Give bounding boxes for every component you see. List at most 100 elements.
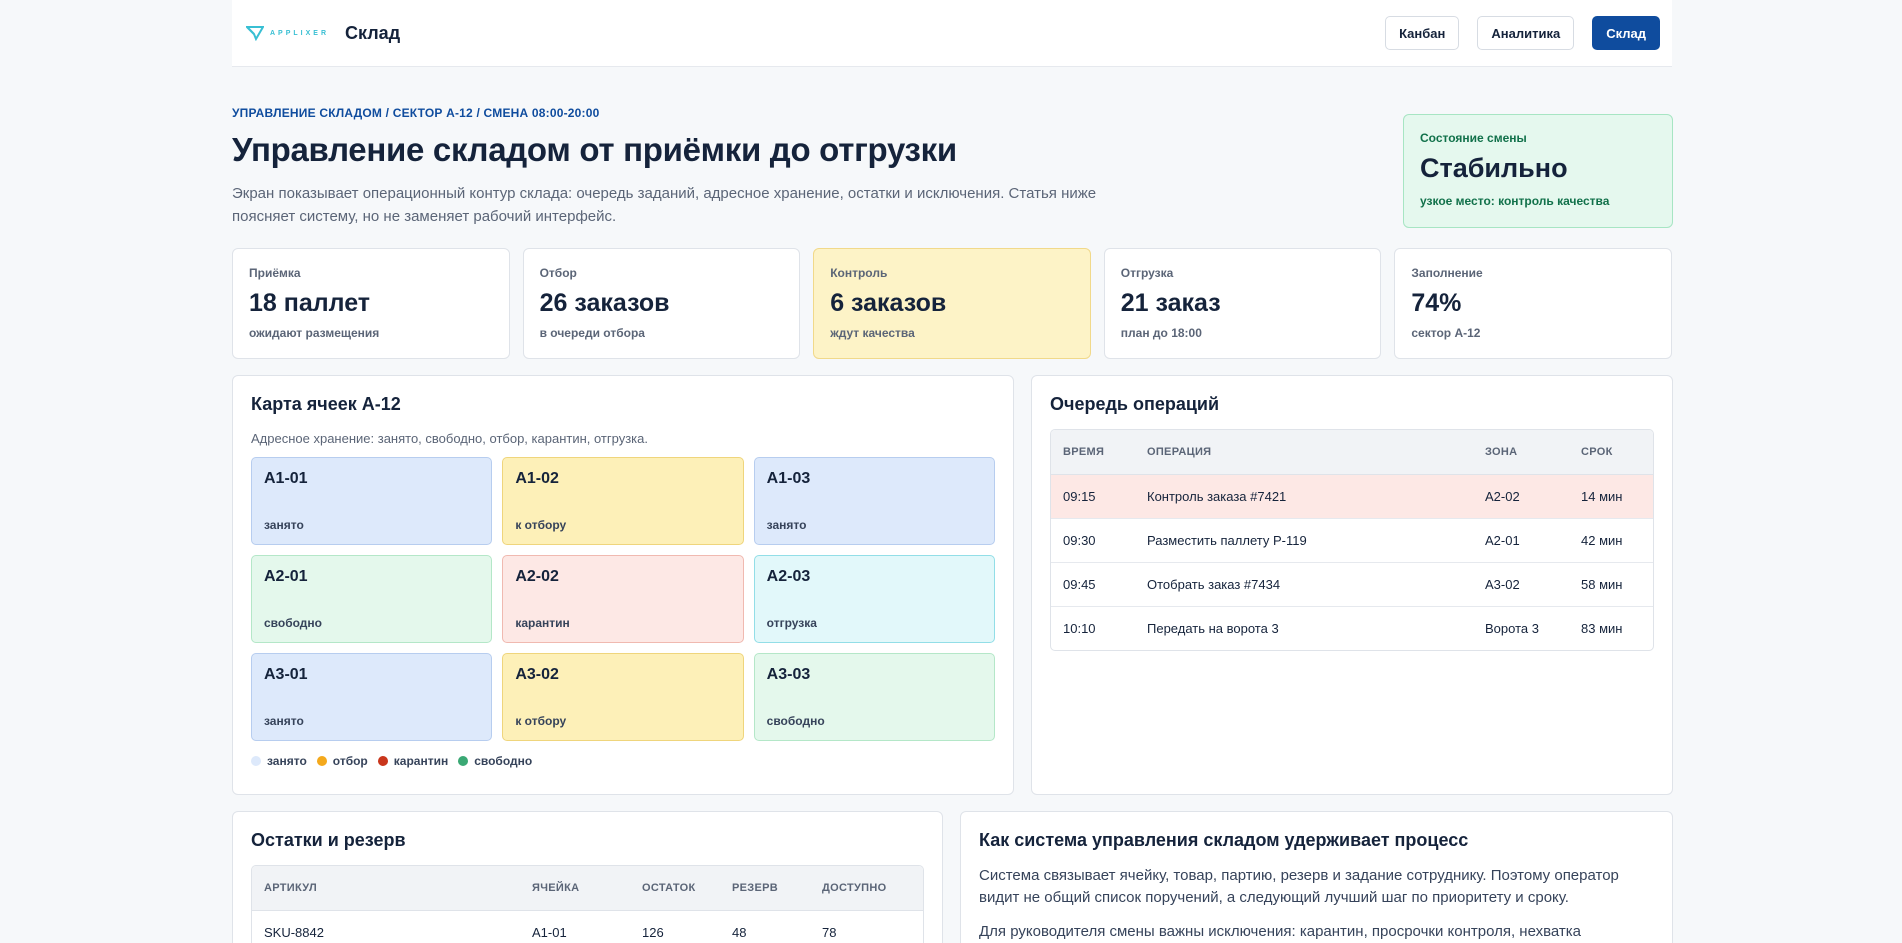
queue-table: ВРЕМЯ ОПЕРАЦИЯ ЗОНА СРОК 09:15 Контроль … [1050,429,1654,651]
stock-sku: SKU-8842 [264,924,324,940]
kpi-card-control[interactable]: Контроль 6 заказов ждут качества [813,248,1091,359]
storage-cell[interactable]: А3-02 к отбору [502,653,744,741]
col-header-stock[interactable]: ОСТАТОК [630,866,720,911]
queue-time: 09:30 [1051,518,1135,563]
logo-mark-icon [246,26,264,41]
article-paragraph: Для руководителя смены важны исключения:… [979,923,1581,940]
col-header-time[interactable]: ВРЕМЯ [1051,430,1135,475]
main-nav: Канбан Аналитика Склад [1385,16,1660,50]
queue-time: 09:15 [1051,474,1135,519]
storage-cell[interactable]: А3-01 занято [251,653,493,741]
legend-label: отбор [332,754,368,768]
queue-title: Очередь операций [1050,394,1220,414]
col-header-due[interactable]: СРОК [1569,430,1653,475]
nav-kanban-button[interactable]: Канбан [1385,16,1460,50]
kpi-card-picking[interactable]: Отбор 26 заказов в очереди отбора [522,248,801,359]
legend-item-occupied: занято [251,754,307,768]
cell-map-subtitle: Адресное хранение: занято, свободно, отб… [251,431,648,446]
col-header-sku[interactable]: АРТИКУЛ [252,866,520,911]
page-lead: Экран показывает операционный контур скл… [232,185,1097,225]
cell-state: к отбору [515,518,567,532]
stock-table: АРТИКУЛ ЯЧЕЙКА ОСТАТОК РЕЗЕРВ ДОСТУПНО S… [251,865,924,943]
storage-cell[interactable]: А2-02 карантин [502,555,744,643]
queue-zone: А3-02 [1473,562,1569,607]
kpi-note: сектор А-12 [1411,326,1481,340]
cell-map-panel: Карта ячеек А-12 Адресное хранение: заня… [232,375,1014,795]
kpi-value: 18 паллет [249,289,371,317]
cell-code: А3-03 [766,666,811,683]
kpi-note: ждут качества [830,326,915,340]
nav-warehouse-button[interactable]: Склад [1592,16,1660,50]
queue-zone: А2-02 [1473,474,1569,519]
storage-cell[interactable]: А2-03 отгрузка [753,555,995,643]
col-header-operation[interactable]: ОПЕРАЦИЯ [1135,430,1473,475]
kpi-note: план до 18:00 [1120,326,1202,340]
kpi-value: 26 заказов [539,289,670,317]
queue-operation: Контроль заказа #7421 [1135,474,1473,519]
col-header-zone[interactable]: ЗОНА [1473,430,1569,475]
stock-panel: Остатки и резерв АРТИКУЛ ЯЧЕЙКА ОСТАТОК … [232,811,943,943]
cell-code: А2-02 [515,568,559,585]
stock-cell: А1-01 [532,924,567,940]
legend-label: карантин [393,754,449,768]
kpi-label: Отбор [539,266,577,280]
col-header-available[interactable]: ДОСТУПНО [810,866,923,911]
kpi-label: Отгрузка [1120,266,1174,280]
page-title: Управление складом от приёмки до отгрузк… [232,131,957,168]
kpi-card-shipping[interactable]: Отгрузка 21 заказ план до 18:00 [1103,248,1382,359]
col-header-cell[interactable]: ЯЧЕЙКА [520,866,630,911]
cell-code: А1-01 [264,470,308,487]
kpi-value: 21 заказ [1120,289,1221,317]
cell-state: карантин [515,616,570,630]
article-paragraph: Система связывает ячейку, товар, партию,… [979,867,1619,906]
queue-row[interactable]: 10:10 Передать на ворота 3 Ворота 3 83 м… [1051,606,1653,650]
storage-cell[interactable]: А3-03 свободно [753,653,995,741]
cell-code: А2-03 [766,568,811,585]
queue-time: 09:45 [1051,562,1135,607]
queue-row[interactable]: 09:45 Отобрать заказ #7434 А3-02 58 мин [1051,562,1653,607]
queue-header-row: ВРЕМЯ ОПЕРАЦИЯ ЗОНА СРОК [1051,430,1653,475]
cell-code: А1-02 [515,470,559,487]
legend-item-free: свободно [458,754,532,768]
logo[interactable]: APPLIXER [246,25,329,41]
app-title: Склад [345,22,401,43]
stock-reserve: 48 [732,924,747,940]
kpi-card-receiving[interactable]: Приёмка 18 паллет ожидают размещения [232,248,510,359]
kpi-value: 6 заказов [830,289,947,317]
queue-due: 58 мин [1569,562,1653,607]
storage-cell[interactable]: А2-01 свободно [251,555,493,643]
stock-header-row: АРТИКУЛ ЯЧЕЙКА ОСТАТОК РЕЗЕРВ ДОСТУПНО [252,866,923,911]
col-header-reserve[interactable]: РЕЗЕРВ [720,866,810,911]
queue-zone: А2-01 [1473,518,1569,563]
cell-grid: А1-01 занято А1-02 к отбору А1-03 занято… [251,457,995,741]
legend-dot-icon [458,756,469,766]
kpi-label: Контроль [830,266,888,280]
stock-available: 78 [822,924,837,940]
cell-state: занято [766,518,807,532]
cell-legend: занято отбор карантин свободно [251,754,995,768]
nav-analytics-button[interactable]: Аналитика [1477,16,1575,50]
shift-status-note: узкое место: контроль качества [1420,194,1610,208]
shift-status-value: Стабильно [1420,153,1568,183]
shift-status-label: Состояние смены [1420,131,1527,145]
storage-cell[interactable]: А1-01 занято [251,457,493,545]
kpi-label: Заполнение [1411,266,1483,280]
cell-code: А3-01 [264,666,308,683]
kpi-card-fill[interactable]: Заполнение 74% сектор А-12 [1394,248,1672,359]
storage-cell[interactable]: А1-03 занято [753,457,995,545]
storage-cell[interactable]: А1-02 к отбору [502,457,744,545]
cell-state: занято [264,714,304,728]
kpi-row: Приёмка 18 паллет ожидают размещения Отб… [232,248,1672,359]
article-panel: Как система управления складом удерживае… [960,811,1673,943]
cell-state: к отбору [515,714,567,728]
legend-label: занято [267,754,307,768]
shift-status-card: Состояние смены Стабильно узкое место: к… [1403,114,1673,228]
queue-operation: Передать на ворота 3 [1147,620,1279,636]
cell-state: отгрузка [766,616,817,630]
queue-row[interactable]: 09:30 Разместить паллету P-119 А2-01 42 … [1051,518,1653,563]
stock-row[interactable]: SKU-8842 А1-01 126 48 78 [252,910,923,943]
queue-row[interactable]: 09:15 Контроль заказа #7421 А2-02 14 мин [1051,474,1653,519]
cell-state: свободно [766,714,825,728]
legend-item-quarantine: карантин [377,754,449,768]
legend-label: свободно [474,754,533,768]
